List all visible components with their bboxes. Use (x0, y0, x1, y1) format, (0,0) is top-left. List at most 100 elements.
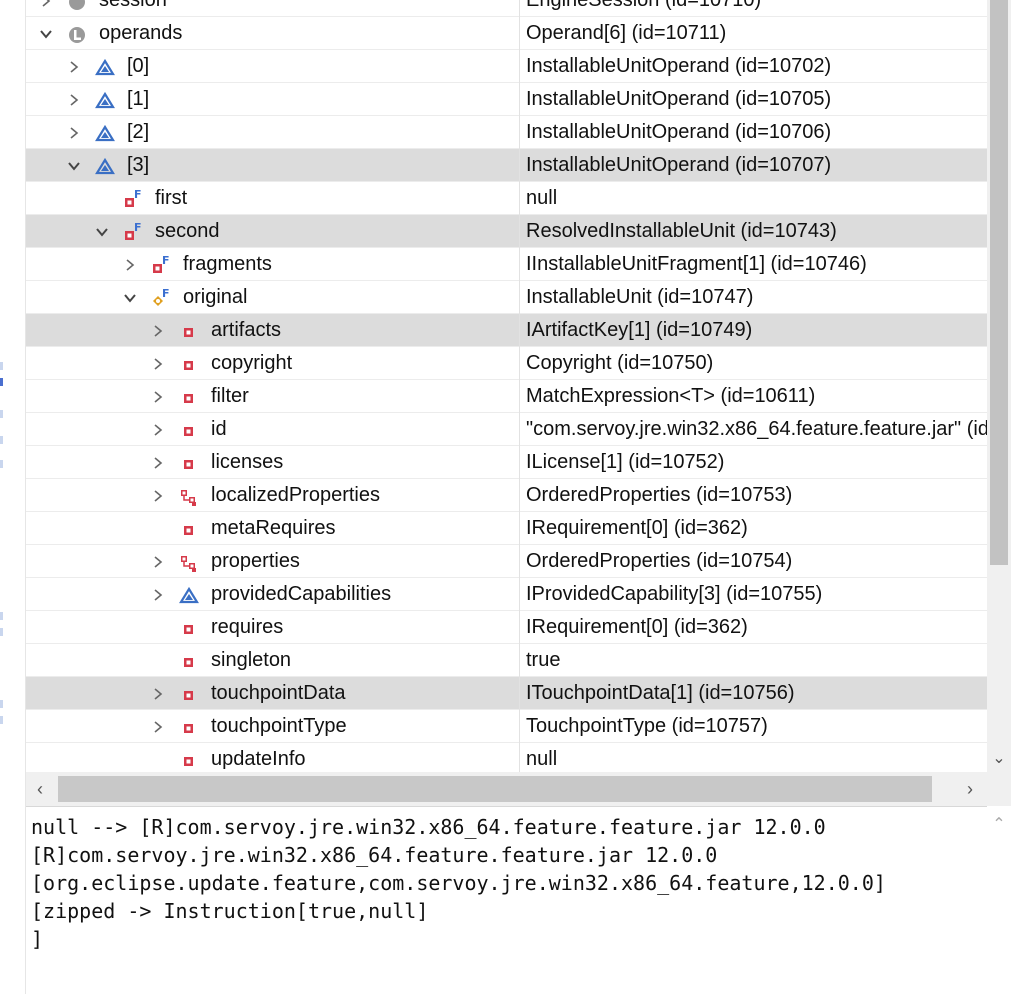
variable-value: IArtifactKey[1] (id=10749) (526, 319, 753, 341)
tree-row-metarequires[interactable]: metaRequires IRequirement[0] (id=362) (26, 512, 987, 545)
variable-name: filter (211, 385, 249, 407)
name-cell[interactable]: artifacts (26, 314, 520, 347)
name-cell[interactable]: copyright (26, 347, 520, 380)
tree-row-fragments[interactable]: Ffragments IInstallableUnitFragment[1] (i… (26, 248, 987, 281)
tree-row-requires[interactable]: requires IRequirement[0] (id=362) (26, 611, 987, 644)
tree-vertical-scrollbar[interactable]: ⌄ (987, 0, 1011, 772)
name-cell[interactable]: licenses (26, 446, 520, 479)
name-cell[interactable]: touchpointData (26, 677, 520, 710)
chevron-right-icon[interactable] (64, 83, 84, 116)
variable-name: fragments (183, 253, 272, 275)
chevron-down-icon[interactable] (64, 149, 84, 182)
tree-row-operands[interactable]: operands Operand[6] (id=10711) (26, 17, 987, 50)
name-cell[interactable]: localizedProperties (26, 479, 520, 512)
chevron-right-icon[interactable] (148, 479, 168, 512)
variable-value: IRequirement[0] (id=362) (526, 517, 748, 539)
tree-row-3[interactable]: [3] InstallableUnitOperand (id=10707) (26, 149, 987, 182)
chevron-right-icon[interactable] (120, 248, 140, 281)
tree-row-updateinfo[interactable]: updateInfo null (26, 743, 987, 772)
name-cell[interactable]: [2] (26, 116, 520, 149)
chevron-right-icon[interactable] (148, 347, 168, 380)
tree-row-touchpointtype[interactable]: touchpointType TouchpointType (id=10757) (26, 710, 987, 743)
variable-name: [2] (127, 121, 150, 143)
name-cell[interactable]: metaRequires (26, 512, 520, 545)
chevron-right-icon[interactable] (64, 50, 84, 83)
chevron-right-icon[interactable] (64, 116, 84, 149)
name-cell[interactable]: operands (26, 17, 520, 50)
chevron-down-icon[interactable] (120, 281, 140, 314)
name-cell[interactable]: properties (26, 545, 520, 578)
gutter-marker (0, 460, 3, 468)
tree-row-0[interactable]: [0] InstallableUnitOperand (id=10702) (26, 50, 987, 83)
final-private-field-icon: F (122, 221, 144, 244)
private-field-icon (178, 321, 200, 343)
tree-row-localizedproperties[interactable]: localizedProperties OrderedProperties (id… (26, 479, 987, 512)
scroll-left-arrow-icon[interactable]: ‹ (26, 772, 54, 806)
tree-row-providedcapabilities[interactable]: providedCapabilities IProvidedCapability[… (26, 578, 987, 611)
name-cell[interactable]: [1] (26, 83, 520, 116)
variable-name: localizedProperties (211, 484, 380, 506)
name-cell[interactable]: id (26, 413, 520, 446)
name-cell[interactable]: updateInfo (26, 743, 520, 772)
tree-row-second[interactable]: Fsecond ResolvedInstallableUnit (id=10743… (26, 215, 987, 248)
chevron-down-icon[interactable] (36, 17, 56, 50)
chevron-right-icon[interactable] (148, 413, 168, 446)
name-cell[interactable]: [3] (26, 149, 520, 182)
chevron-right-icon[interactable] (148, 710, 168, 743)
name-cell[interactable]: [0] (26, 50, 520, 83)
vertical-scroll-thumb[interactable] (990, 0, 1008, 565)
name-cell[interactable]: singleton (26, 644, 520, 677)
variable-value: InstallableUnitOperand (id=10705) (526, 88, 832, 110)
horizontal-scroll-thumb[interactable] (58, 776, 932, 802)
chevron-right-icon[interactable] (148, 677, 168, 710)
scroll-down-arrow-icon[interactable]: ⌄ (987, 748, 1011, 768)
svg-text:F: F (134, 222, 142, 234)
variable-value: null (526, 748, 558, 770)
tree-row-properties[interactable]: properties OrderedProperties (id=10754) (26, 545, 987, 578)
tree-row-artifacts[interactable]: artifacts IArtifactKey[1] (id=10749) (26, 314, 987, 347)
chevron-right-icon[interactable] (36, 0, 56, 17)
name-cell[interactable]: Ffirst (26, 182, 520, 215)
tree-row-2[interactable]: [2] InstallableUnitOperand (id=10706) (26, 116, 987, 149)
tree-row-first[interactable]: Ffirst null (26, 182, 987, 215)
variable-value: null (526, 187, 558, 209)
tree-horizontal-scrollbar[interactable]: ‹ › (26, 772, 987, 806)
name-cell[interactable]: Ffragments (26, 248, 520, 281)
name-cell[interactable]: session (26, 0, 520, 17)
name-cell[interactable]: filter (26, 380, 520, 413)
chevron-right-icon[interactable] (148, 545, 168, 578)
tree-row-singleton[interactable]: singleton true (26, 644, 987, 677)
scrollbar-corner (987, 772, 1011, 806)
tree-row-1[interactable]: [1] InstallableUnitOperand (id=10705) (26, 83, 987, 116)
chevron-right-icon[interactable] (148, 446, 168, 479)
chevron-right-icon[interactable] (148, 380, 168, 413)
gutter-marker (0, 628, 3, 636)
tree-row-licenses[interactable]: licenses ILicense[1] (id=10752) (26, 446, 987, 479)
name-cell[interactable]: requires (26, 611, 520, 644)
chevron-right-icon[interactable] (148, 578, 168, 611)
chevron-right-icon[interactable] (148, 314, 168, 347)
scroll-up-arrow-icon[interactable]: ⌃ (987, 814, 1011, 834)
tree-row-session[interactable]: session EngineSession (id=10710) (26, 0, 987, 17)
tree-row-original[interactable]: Foriginal InstallableUnit (id=10747) (26, 281, 987, 314)
name-cell[interactable]: touchpointType (26, 710, 520, 743)
tree-row-copyright[interactable]: copyright Copyright (id=10750) (26, 347, 987, 380)
detail-line: [R]com.servoy.jre.win32.x86_64.feature.f… (31, 843, 718, 867)
tree-row-id[interactable]: id "com.servoy.jre.win32.x86_64.feature.f… (26, 413, 987, 446)
variable-value: IProvidedCapability[3] (id=10755) (526, 583, 823, 605)
name-cell[interactable]: Foriginal (26, 281, 520, 314)
detail-pane[interactable]: null --> [R]com.servoy.jre.win32.x86_64.… (26, 806, 987, 994)
name-cell[interactable]: Fsecond (26, 215, 520, 248)
tree-row-touchpointdata[interactable]: touchpointData ITouchpointData[1] (id=107… (26, 677, 987, 710)
name-cell[interactable]: providedCapabilities (26, 578, 520, 611)
scroll-right-arrow-icon[interactable]: › (956, 772, 984, 806)
tree-row-filter[interactable]: filter MatchExpression<T> (id=10611) (26, 380, 987, 413)
chevron-down-icon[interactable] (92, 215, 112, 248)
detail-pane-scrollbar[interactable]: ⌃ (987, 806, 1011, 994)
variable-value: InstallableUnit (id=10747) (526, 286, 754, 308)
variable-value: TouchpointType (id=10757) (526, 715, 768, 737)
variables-tree[interactable]: session EngineSession (id=10710) operands O… (26, 0, 987, 772)
gutter-marker (0, 612, 3, 620)
blue-triangle-icon (178, 585, 200, 607)
gutter-marker (0, 362, 3, 370)
